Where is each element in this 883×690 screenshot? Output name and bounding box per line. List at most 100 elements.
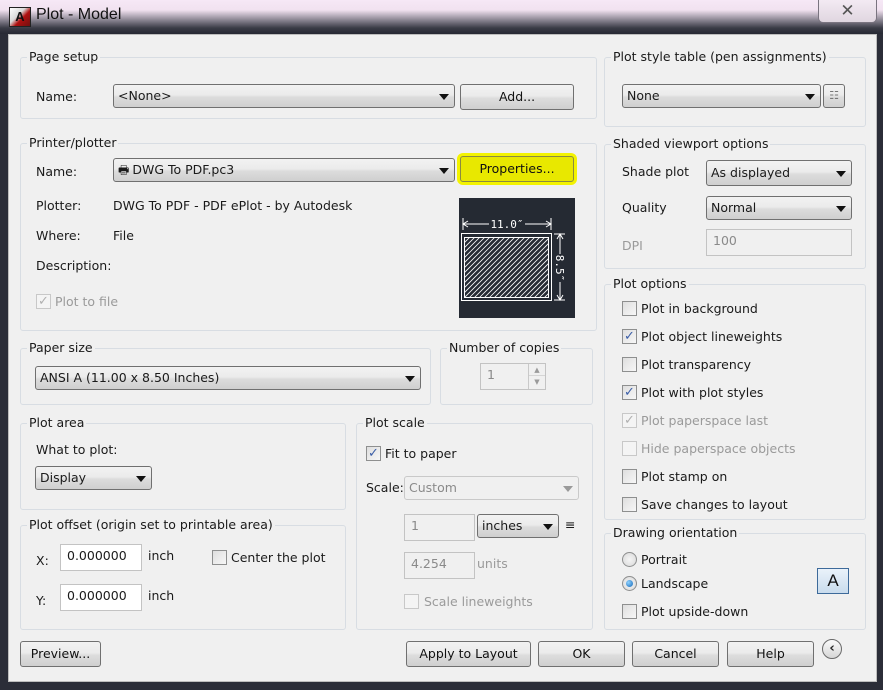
chevron-down-icon xyxy=(805,94,815,100)
close-icon: ✕ xyxy=(840,1,855,21)
scale-label: Scale: xyxy=(366,480,404,495)
center-plot-checkbox[interactable] xyxy=(212,550,227,565)
plot-option-label: Save changes to layout xyxy=(641,497,788,512)
offset-y-value: 0.000000 xyxy=(67,588,127,603)
cancel-button[interactable]: Cancel xyxy=(632,641,719,667)
hatch-line xyxy=(459,236,461,298)
chevron-down-icon xyxy=(439,168,449,174)
scale-inches-value: 1 xyxy=(411,518,419,533)
plot-option-checkbox[interactable]: ✓ xyxy=(622,329,637,344)
autocad-app-icon: A xyxy=(9,7,31,27)
plot-options-title: Plot options xyxy=(611,276,689,292)
offset-x-unit: inch xyxy=(148,548,175,563)
spin-up-icon[interactable]: ▲ xyxy=(529,364,545,376)
collapse-options-button[interactable]: ‹ xyxy=(822,639,842,659)
portrait-radio[interactable] xyxy=(622,552,637,567)
printer-plotter-title: Printer/plotter xyxy=(27,135,119,151)
chevron-left-icon: ‹ xyxy=(829,641,835,656)
spin-down-icon[interactable]: ▼ xyxy=(529,376,545,388)
chevron-down-icon xyxy=(563,486,573,492)
hatch-line xyxy=(494,243,548,297)
plot-option-label: Plot object lineweights xyxy=(641,329,783,344)
preview-width-label: 11.0″ xyxy=(490,218,523,231)
offset-x-label: X: xyxy=(36,553,49,568)
plot-option-label: Hide paperspace objects xyxy=(641,441,796,456)
close-button[interactable]: ✕ xyxy=(818,0,877,23)
what-to-plot-label: What to plot: xyxy=(36,442,118,457)
dpi-value: 100 xyxy=(713,233,737,248)
plot-option-label: Plot transparency xyxy=(641,357,752,372)
plot-option-checkbox[interactable] xyxy=(622,301,637,316)
add-page-setup-button[interactable]: Add... xyxy=(460,84,574,110)
where-label: Where: xyxy=(36,228,81,243)
plot-to-file-checkbox[interactable]: ✓ xyxy=(36,294,51,309)
offset-x-input[interactable]: 0.000000 xyxy=(60,544,142,571)
page-setup-name-select[interactable]: <None> xyxy=(113,84,455,108)
plot-option-checkbox[interactable]: ✓ xyxy=(622,413,637,428)
description-label: Description: xyxy=(36,258,112,273)
scale-units-input[interactable]: 4.254 xyxy=(404,552,475,579)
plot-option-checkbox[interactable] xyxy=(622,497,637,512)
preview-button[interactable]: Preview... xyxy=(20,641,101,667)
landscape-label: Landscape xyxy=(641,576,709,591)
plot-upside-down-label: Plot upside-down xyxy=(641,604,749,619)
hatch-line xyxy=(479,238,540,297)
offset-y-unit: inch xyxy=(148,588,175,603)
plot-option-checkbox[interactable]: ✓ xyxy=(622,385,637,400)
equals-icon: ≡ xyxy=(565,517,576,532)
chevron-down-icon xyxy=(543,524,553,530)
offset-y-input[interactable]: 0.000000 xyxy=(60,584,142,611)
plot-style-table-title: Plot style table (pen assignments) xyxy=(611,49,829,65)
printer-name-select[interactable]: 🖶 DWG To PDF.pc3 xyxy=(113,158,455,182)
dpi-label: DPI xyxy=(622,238,643,253)
plot-option-checkbox[interactable] xyxy=(622,441,637,456)
copies-value: 1 xyxy=(487,367,495,382)
center-plot-label: Center the plot xyxy=(231,550,326,565)
plot-option-label: Plot with plot styles xyxy=(641,385,764,400)
page-setup-name-label: Name: xyxy=(36,89,78,104)
plot-scale-title: Plot scale xyxy=(363,415,427,431)
preview-height-label: 8.5″ xyxy=(553,255,566,282)
paper-size-select[interactable]: ANSI A (11.00 x 8.50 Inches) xyxy=(35,366,421,390)
paper-size-value: ANSI A (11.00 x 8.50 Inches) xyxy=(40,370,220,385)
chevron-down-icon xyxy=(405,376,415,382)
scale-lineweights-checkbox[interactable] xyxy=(404,594,419,609)
plot-style-table-select[interactable]: None xyxy=(622,84,821,108)
printer-properties-button[interactable]: Properties... xyxy=(460,156,574,182)
what-to-plot-select[interactable]: Display xyxy=(35,466,152,490)
hatch-line xyxy=(489,238,548,297)
hatch-line xyxy=(469,238,530,297)
plot-option-label: Plot in background xyxy=(641,301,758,316)
scale-lineweights-label: Scale lineweights xyxy=(424,594,533,609)
hatch-line xyxy=(465,238,525,297)
ok-button[interactable]: OK xyxy=(538,641,625,667)
plot-upside-down-checkbox[interactable] xyxy=(622,604,637,619)
chevron-down-icon xyxy=(136,476,146,482)
dpi-input[interactable]: 100 xyxy=(706,229,852,256)
quality-value: Normal xyxy=(711,200,757,215)
shade-plot-label: Shade plot xyxy=(622,164,690,179)
scale-select[interactable]: Custom xyxy=(404,476,579,500)
shade-plot-select[interactable]: As displayed xyxy=(706,160,852,186)
title-bar: A Plot - Model ✕ xyxy=(0,0,883,34)
plot-option-checkbox[interactable] xyxy=(622,357,637,372)
apply-to-layout-button[interactable]: Apply to Layout xyxy=(406,641,531,667)
hatch-line xyxy=(474,238,535,297)
help-button[interactable]: Help xyxy=(727,641,814,667)
edit-plot-style-button[interactable]: ☷ xyxy=(823,84,845,108)
fit-to-paper-checkbox[interactable]: ✓ xyxy=(366,446,381,461)
shaded-viewport-title: Shaded viewport options xyxy=(611,136,771,152)
quality-select[interactable]: Normal xyxy=(706,196,852,220)
page-setup-title: Page setup xyxy=(27,49,101,65)
chevron-down-icon xyxy=(836,206,846,212)
copies-spinner[interactable]: ▲ ▼ xyxy=(528,364,545,389)
fit-to-paper-label: Fit to paper xyxy=(385,446,457,461)
landscape-radio[interactable] xyxy=(622,576,637,591)
scale-inches-input[interactable]: 1 xyxy=(404,514,475,541)
paper-preview: 11.0″ 8.5″ xyxy=(459,198,575,318)
where-value: File xyxy=(113,228,134,243)
scale-unit-select[interactable]: inches xyxy=(477,514,559,538)
plot-style-table-value: None xyxy=(627,88,660,103)
plot-option-checkbox[interactable] xyxy=(622,469,637,484)
plotter-label: Plotter: xyxy=(36,198,82,213)
